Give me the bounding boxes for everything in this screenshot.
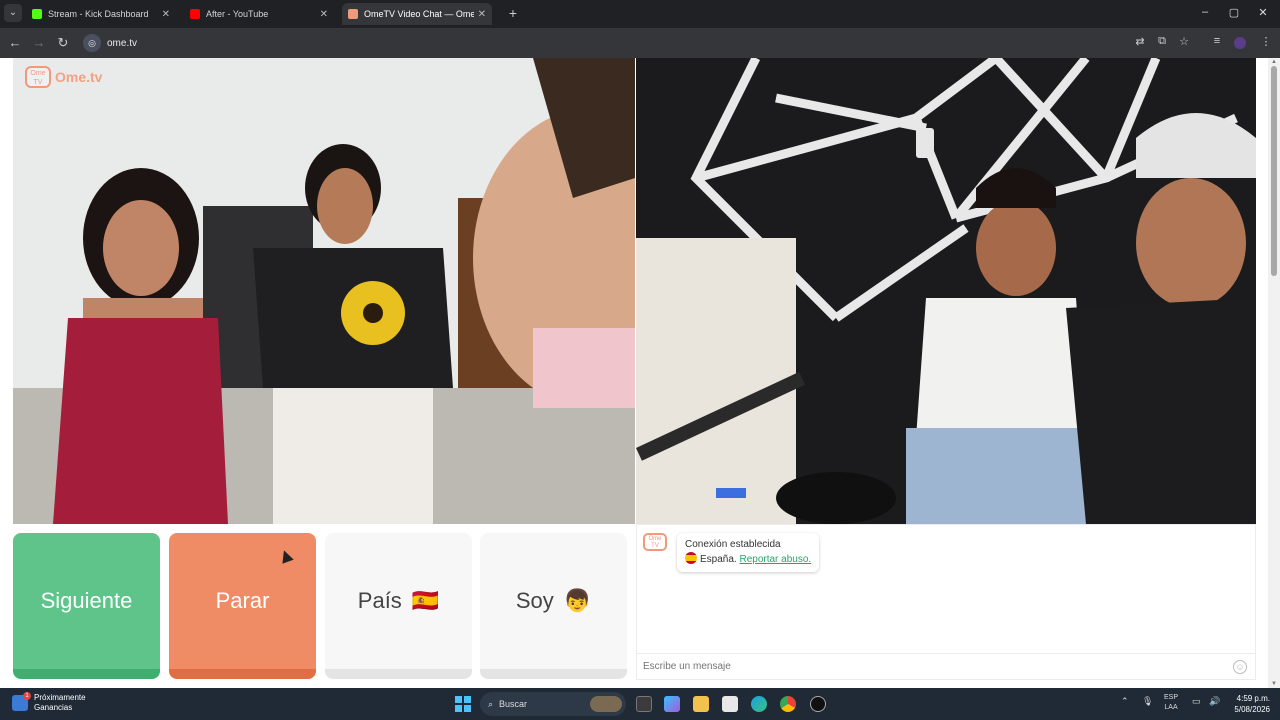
back-arrow-icon[interactable]: ← — [8, 35, 22, 50]
search-label: Buscar — [499, 699, 528, 709]
remote-video-scene — [636, 58, 1256, 524]
next-button-label: Siguiente — [40, 588, 133, 613]
browser-toolbar: ← → ↻ ◎ ome.tv ⇄ ⧉ ☆ ≡ ⋮ — [0, 28, 1280, 58]
stop-button-label: Parar — [215, 588, 270, 613]
spain-flag-icon — [685, 552, 697, 564]
minimize-icon[interactable]: – — [1198, 6, 1212, 18]
edge-icon[interactable] — [751, 696, 767, 712]
boy-emoji-icon: 👦 — [563, 588, 592, 613]
remote-video — [636, 58, 1256, 524]
ometv-logo-text: Ome.tv — [55, 69, 103, 85]
windows-taskbar: 1 Próximamente Ganancias ⌕ Buscar ⌃ 🎙 ES… — [0, 688, 1280, 720]
close-tab-icon[interactable]: ✕ — [320, 9, 328, 20]
close-window-icon[interactable]: ✕ — [1256, 6, 1270, 19]
volume-icon[interactable]: 🔊 — [1209, 696, 1220, 707]
ometv-chat-avatar-icon: Ome TV — [643, 533, 667, 551]
site-info-icon[interactable]: ◎ — [83, 34, 101, 52]
menu-kebab-icon[interactable]: ⋮ — [1259, 35, 1273, 48]
widget-line1: Próximamente — [34, 693, 86, 702]
language-code: ESP — [1164, 694, 1179, 701]
translate-icon[interactable]: ⇄ — [1133, 35, 1147, 48]
system-clock[interactable]: 4:59 p.m. 5/08/2026 — [1228, 693, 1270, 715]
file-explorer-icon[interactable] — [693, 696, 709, 712]
tab-search-icon[interactable]: ⌄ — [4, 4, 22, 22]
tray-overflow-icon[interactable]: ⌃ — [1121, 696, 1129, 707]
obs-icon[interactable] — [810, 696, 826, 712]
address-bar[interactable]: ◎ ome.tv — [80, 32, 1150, 54]
browser-tab-strip: ⌄ Stream - Kick Dashboard ✕ After - YouT… — [0, 0, 1280, 28]
youtube-favicon-icon — [190, 9, 200, 19]
reload-icon[interactable]: ↻ — [56, 35, 70, 51]
connection-status-text: Conexión establecida — [685, 539, 781, 550]
next-button[interactable]: Siguiente — [13, 533, 160, 679]
ometv-logo-icon: Ome TV — [25, 66, 51, 88]
maximize-icon[interactable]: ▢ — [1227, 6, 1241, 19]
ometv-page: Ome TV Ome.tv Siguiente Parar País 🇪🇸 So… — [0, 58, 1280, 688]
clock-time: 4:59 p.m. — [1236, 694, 1270, 703]
widgets-icon: 1 — [12, 692, 31, 711]
search-highlight-icon — [590, 696, 622, 712]
local-video: Ome TV Ome.tv — [13, 58, 635, 524]
chrome-icon[interactable] — [780, 696, 796, 712]
ometv-logo[interactable]: Ome TV Ome.tv — [25, 66, 102, 88]
microsoft-store-icon[interactable] — [722, 696, 738, 712]
url-text: ome.tv — [107, 37, 138, 49]
spain-flag-icon: 🇪🇸 — [411, 588, 440, 613]
search-icon: ⌕ — [488, 698, 494, 709]
start-button-icon[interactable] — [455, 696, 471, 712]
close-tab-icon[interactable]: ✕ — [478, 9, 486, 20]
local-video-scene — [13, 58, 635, 524]
chat-message-input[interactable] — [643, 661, 1233, 672]
bookmark-star-icon[interactable]: ☆ — [1177, 35, 1191, 48]
taskbar-search[interactable]: ⌕ Buscar — [480, 692, 626, 716]
scroll-down-icon[interactable]: ▼ — [1270, 681, 1278, 687]
stop-button[interactable]: Parar — [169, 533, 316, 679]
system-message: Ome TV Conexión establecida España. Repo… — [643, 533, 820, 572]
notification-badge: 1 — [23, 692, 31, 700]
network-icon[interactable]: ▭ — [1192, 696, 1201, 707]
ometv-favicon-icon — [348, 9, 358, 19]
new-tab-icon[interactable]: + — [506, 5, 520, 21]
system-message-bubble: Conexión establecida España. Reportar ab… — [677, 533, 820, 572]
tab-youtube[interactable]: After - YouTube ✕ — [184, 3, 334, 25]
tab-title: Stream - Kick Dashboard — [48, 9, 149, 19]
clock-date: 5/08/2026 — [1234, 705, 1270, 714]
task-view-icon[interactable] — [636, 696, 652, 712]
emoji-picker-icon[interactable]: ☺ — [1233, 659, 1247, 674]
gender-select-button[interactable]: Soy 👦 — [480, 533, 627, 679]
install-app-icon[interactable]: ⧉ — [1155, 35, 1169, 48]
partner-country-text: España. — [700, 554, 737, 565]
widget-line2: Ganancias — [34, 703, 73, 712]
chat-panel: Ome TV Conexión establecida España. Repo… — [636, 524, 1256, 680]
reading-list-icon[interactable]: ≡ — [1210, 35, 1224, 47]
kick-favicon-icon — [32, 9, 42, 19]
scrollbar-thumb[interactable] — [1271, 66, 1277, 276]
microphone-icon[interactable]: 🎙 — [1142, 696, 1153, 707]
tab-ometv[interactable]: OmeTV Video Chat — Ome ✕ — [342, 3, 492, 25]
profile-avatar[interactable] — [1234, 37, 1246, 49]
report-abuse-link[interactable]: Reportar abuso. — [739, 554, 811, 565]
language-indicator[interactable]: ESP LAA — [1164, 693, 1178, 713]
copilot-icon[interactable] — [664, 696, 680, 712]
widgets-button[interactable]: 1 Próximamente Ganancias — [12, 692, 86, 713]
country-select-button[interactable]: País 🇪🇸 — [325, 533, 472, 679]
tab-title: After - YouTube — [206, 9, 269, 19]
keyboard-layout: LAA — [1164, 704, 1178, 711]
gender-button-label: Soy — [515, 588, 554, 613]
country-button-label: País — [357, 588, 402, 613]
page-scrollbar[interactable]: ▲ ▼ — [1268, 58, 1280, 688]
chat-input-row: ☺ — [637, 653, 1255, 679]
tab-title: OmeTV Video Chat — Ome — [364, 9, 474, 19]
close-tab-icon[interactable]: ✕ — [162, 9, 170, 20]
forward-arrow-icon[interactable]: → — [32, 35, 46, 50]
tab-kick-dashboard[interactable]: Stream - Kick Dashboard ✕ — [26, 3, 176, 25]
scroll-up-icon[interactable]: ▲ — [1270, 59, 1278, 65]
